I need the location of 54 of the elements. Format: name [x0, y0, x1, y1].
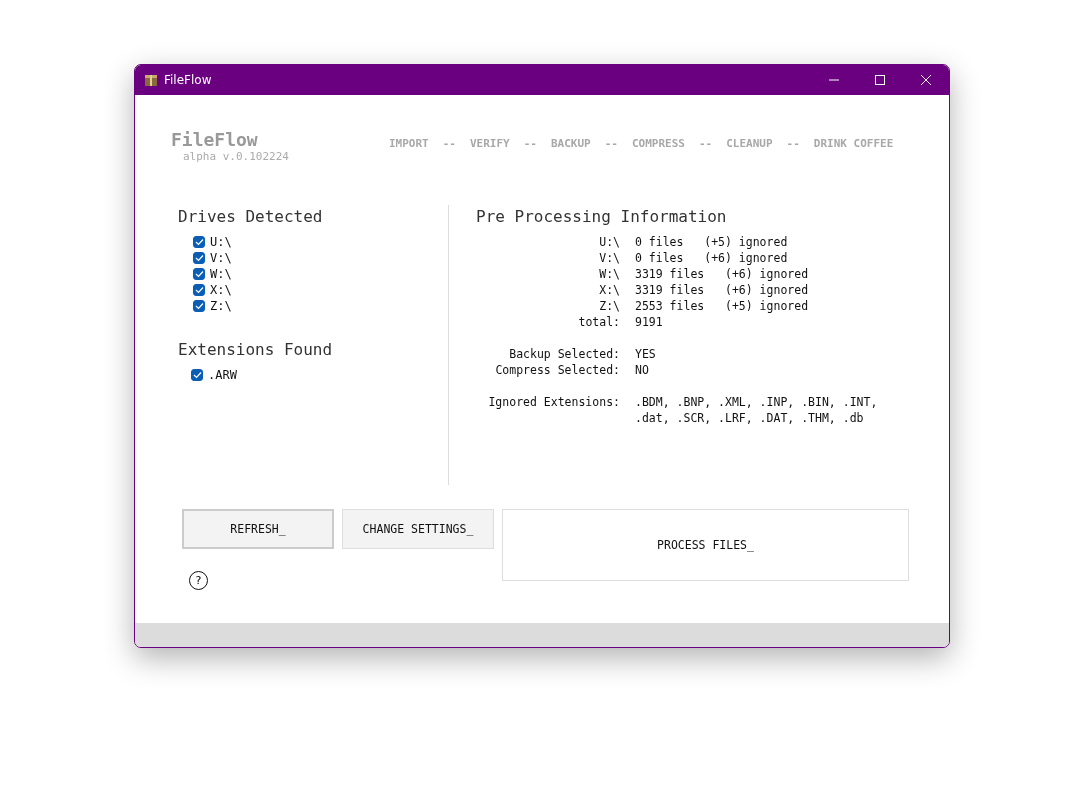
section-heading: Drives Detected [178, 207, 324, 226]
info-value: YES [635, 346, 657, 362]
info-value: NO [635, 362, 650, 378]
change-settings-button[interactable]: CHANGE SETTINGS_ [342, 509, 494, 549]
checkbox-icon[interactable] [193, 236, 205, 248]
info-label: X:\ [598, 282, 620, 298]
process-files-button[interactable]: PROCESS FILES_ [502, 509, 909, 581]
info-label: V:\ [598, 250, 620, 266]
checkbox-icon[interactable] [193, 252, 205, 264]
extension-checkbox[interactable]: .ARW [178, 367, 448, 383]
maximize-icon [875, 75, 885, 85]
info-label: total: [577, 314, 620, 330]
drive-checkbox[interactable]: W:\ [178, 266, 448, 282]
info-label: U:\ [598, 234, 620, 250]
step-label: COMPRESS [631, 137, 685, 150]
info-value: 2553 files (+5) ignored [635, 298, 810, 314]
step-separator: -- [698, 137, 713, 150]
step-label: VERIFY [469, 137, 510, 150]
close-icon [921, 75, 931, 85]
drive-checkbox[interactable]: V:\ [178, 250, 448, 266]
app-name: FileFlow [171, 129, 259, 150]
checkbox-icon[interactable] [191, 369, 203, 381]
info-label: Compress Selected: [494, 362, 620, 378]
section-heading: Pre Processing Information [476, 207, 728, 226]
info-value: 0 files (+6) ignored [635, 250, 789, 266]
step-label: IMPORT [388, 137, 429, 150]
section-heading: Extensions Found [178, 340, 334, 359]
drive-checkbox[interactable]: U:\ [178, 234, 448, 250]
step-label: DRINK COFFEE [813, 137, 894, 150]
info-value: 3319 files (+6) ignored [635, 266, 810, 282]
checkbox-icon[interactable] [193, 284, 205, 296]
step-label: BACKUP [550, 137, 591, 150]
version-label: alpha v.0.102224 [182, 150, 289, 163]
refresh-button[interactable]: REFRESH_ [182, 509, 334, 549]
step-separator: -- [442, 137, 456, 150]
info-label: W:\ [598, 266, 620, 282]
step-separator: -- [786, 137, 800, 150]
drive-checkbox[interactable]: X:\ [178, 282, 448, 298]
box-icon [144, 73, 158, 87]
step-label: CLEANUP [726, 137, 773, 150]
window-title: FileFlow [164, 73, 212, 87]
checkbox-icon[interactable] [193, 300, 205, 312]
drive-checkbox[interactable]: Z:\ [178, 298, 448, 314]
info-value: 0 files (+5) ignored [635, 234, 789, 250]
info-label: Z:\ [598, 298, 620, 314]
step-separator: -- [604, 137, 618, 150]
info-value: 3319 files (+6) ignored [635, 282, 810, 298]
info-label: Ignored Extensions: [487, 394, 620, 411]
step-separator: -- [523, 137, 537, 150]
info-value: 9191 [635, 314, 664, 330]
help-button[interactable]: ? [189, 571, 208, 590]
info-label: Backup Selected: [508, 346, 620, 362]
checkbox-icon[interactable] [193, 268, 205, 280]
extension-list: .BDM, .BNP, .XML, .INP, .BIN, .INT, .dat, .SCR, .LRF, .DAT, .THM, .db [635, 394, 878, 426]
